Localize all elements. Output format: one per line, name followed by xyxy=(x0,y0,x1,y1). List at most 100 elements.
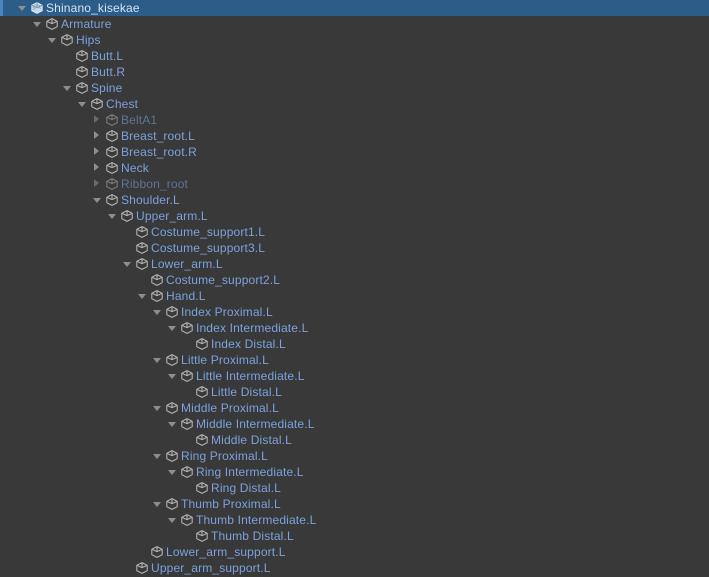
row-indent xyxy=(0,416,166,432)
disclosure-triangle-down-icon[interactable] xyxy=(151,400,164,416)
disclosure-spacer xyxy=(136,272,149,288)
hierarchy-row-label: Costume_support1.L xyxy=(151,225,266,239)
gameobject-cube-icon xyxy=(134,240,149,256)
disclosure-triangle-down-icon[interactable] xyxy=(166,512,179,528)
disclosure-triangle-down-icon[interactable] xyxy=(46,32,59,48)
gameobject-cube-icon xyxy=(149,272,164,288)
gameobject-cube-icon xyxy=(194,336,209,352)
hierarchy-row[interactable]: Costume_support1.L xyxy=(0,224,709,240)
hierarchy-row-label: Middle Proximal.L xyxy=(181,401,279,415)
gameobject-cube-icon xyxy=(179,368,194,384)
hierarchy-row[interactable]: Little Distal.L xyxy=(0,384,709,400)
hierarchy-row[interactable]: Thumb Proximal.L xyxy=(0,496,709,512)
gameobject-cube-icon xyxy=(149,544,164,560)
hierarchy-row[interactable]: Lower_arm_support.L xyxy=(0,544,709,560)
hierarchy-row[interactable]: Thumb Distal.L xyxy=(0,528,709,544)
gameobject-cube-icon xyxy=(194,384,209,400)
hierarchy-row[interactable]: Ring Intermediate.L xyxy=(0,464,709,480)
disclosure-triangle-down-icon[interactable] xyxy=(31,16,44,32)
hierarchy-row[interactable]: Lower_arm.L xyxy=(0,256,709,272)
hierarchy-row[interactable]: Armature xyxy=(0,16,709,32)
row-indent xyxy=(0,352,151,368)
disclosure-triangle-right-icon[interactable] xyxy=(91,128,104,144)
disclosure-triangle-right-icon[interactable] xyxy=(91,160,104,176)
hierarchy-row[interactable]: Neck xyxy=(0,160,709,176)
hierarchy-row-label: Little Proximal.L xyxy=(181,353,269,367)
disclosure-triangle-down-icon[interactable] xyxy=(76,96,89,112)
hierarchy-row[interactable]: Middle Distal.L xyxy=(0,432,709,448)
disclosure-spacer xyxy=(181,336,194,352)
hierarchy-row-label: Thumb Proximal.L xyxy=(181,497,281,511)
hierarchy-row[interactable]: Breast_root.L xyxy=(0,128,709,144)
hierarchy-row-label: Middle Distal.L xyxy=(211,433,292,447)
disclosure-triangle-down-icon[interactable] xyxy=(166,320,179,336)
hierarchy-row[interactable]: Ring Distal.L xyxy=(0,480,709,496)
hierarchy-row[interactable]: Butt.L xyxy=(0,48,709,64)
hierarchy-row[interactable]: Thumb Intermediate.L xyxy=(0,512,709,528)
hierarchy-row[interactable]: Ribbon_root xyxy=(0,176,709,192)
disclosure-spacer xyxy=(136,544,149,560)
disclosure-triangle-down-icon[interactable] xyxy=(151,448,164,464)
row-indent xyxy=(0,544,136,560)
disclosure-triangle-down-icon[interactable] xyxy=(166,416,179,432)
hierarchy-row[interactable]: Middle Intermediate.L xyxy=(0,416,709,432)
disclosure-triangle-down-icon[interactable] xyxy=(151,304,164,320)
hierarchy-row[interactable]: Ring Proximal.L xyxy=(0,448,709,464)
disclosure-triangle-down-icon[interactable] xyxy=(91,192,104,208)
hierarchy-row[interactable]: Shoulder.L xyxy=(0,192,709,208)
gameobject-cube-icon xyxy=(194,432,209,448)
row-indent xyxy=(0,48,61,64)
row-indent xyxy=(0,160,91,176)
row-indent xyxy=(0,368,166,384)
hierarchy-row[interactable]: Shinano_kisekae xyxy=(0,0,709,16)
hierarchy-row[interactable]: Index Proximal.L xyxy=(0,304,709,320)
hierarchy-row[interactable]: Breast_root.R xyxy=(0,144,709,160)
hierarchy-row[interactable]: Butt.R xyxy=(0,64,709,80)
gameobject-cube-icon xyxy=(164,400,179,416)
disclosure-triangle-down-icon[interactable] xyxy=(151,496,164,512)
gameobject-cube-icon xyxy=(104,112,119,128)
hierarchy-row-label: Neck xyxy=(121,161,149,175)
disclosure-triangle-down-icon[interactable] xyxy=(16,0,29,16)
hierarchy-row[interactable]: Hand.L xyxy=(0,288,709,304)
hierarchy-row[interactable]: Hips xyxy=(0,32,709,48)
hierarchy-row-label: Thumb Distal.L xyxy=(211,529,294,543)
hierarchy-row[interactable]: Costume_support3.L xyxy=(0,240,709,256)
row-indent xyxy=(0,0,16,16)
disclosure-triangle-down-icon[interactable] xyxy=(121,256,134,272)
hierarchy-row-label: Little Distal.L xyxy=(211,385,282,399)
hierarchy-row[interactable]: Upper_arm.L xyxy=(0,208,709,224)
row-indent xyxy=(0,336,181,352)
hierarchy-row[interactable]: BeltA1 xyxy=(0,112,709,128)
disclosure-triangle-down-icon[interactable] xyxy=(136,288,149,304)
hierarchy-panel[interactable]: Shinano_kisekae Armature Hips Butt.L Butt.R S… xyxy=(0,0,709,577)
hierarchy-row[interactable]: Little Intermediate.L xyxy=(0,368,709,384)
gameobject-cube-icon xyxy=(164,496,179,512)
disclosure-triangle-down-icon[interactable] xyxy=(166,464,179,480)
row-indent xyxy=(0,304,151,320)
disclosure-triangle-down-icon[interactable] xyxy=(151,352,164,368)
disclosure-triangle-right-icon[interactable] xyxy=(91,144,104,160)
hierarchy-row[interactable]: Middle Proximal.L xyxy=(0,400,709,416)
disclosure-spacer xyxy=(61,48,74,64)
hierarchy-row[interactable]: Index Distal.L xyxy=(0,336,709,352)
hierarchy-row[interactable]: Little Proximal.L xyxy=(0,352,709,368)
hierarchy-row[interactable]: Upper_arm_support.L xyxy=(0,560,709,576)
hierarchy-row[interactable]: Index Intermediate.L xyxy=(0,320,709,336)
row-indent xyxy=(0,176,91,192)
disclosure-triangle-down-icon[interactable] xyxy=(106,208,119,224)
hierarchy-row[interactable]: Spine xyxy=(0,80,709,96)
row-indent xyxy=(0,320,166,336)
disclosure-triangle-down-icon[interactable] xyxy=(61,80,74,96)
row-indent xyxy=(0,400,151,416)
row-indent xyxy=(0,464,166,480)
disclosure-triangle-down-icon[interactable] xyxy=(166,368,179,384)
hierarchy-row[interactable]: Costume_support2.L xyxy=(0,272,709,288)
gameobject-cube-icon xyxy=(74,80,89,96)
row-indent xyxy=(0,80,61,96)
hierarchy-row[interactable]: Chest xyxy=(0,96,709,112)
disclosure-triangle-right-icon[interactable] xyxy=(91,112,104,128)
gameobject-cube-icon xyxy=(89,96,104,112)
hierarchy-row-label: Armature xyxy=(61,17,112,31)
disclosure-triangle-right-icon[interactable] xyxy=(91,176,104,192)
